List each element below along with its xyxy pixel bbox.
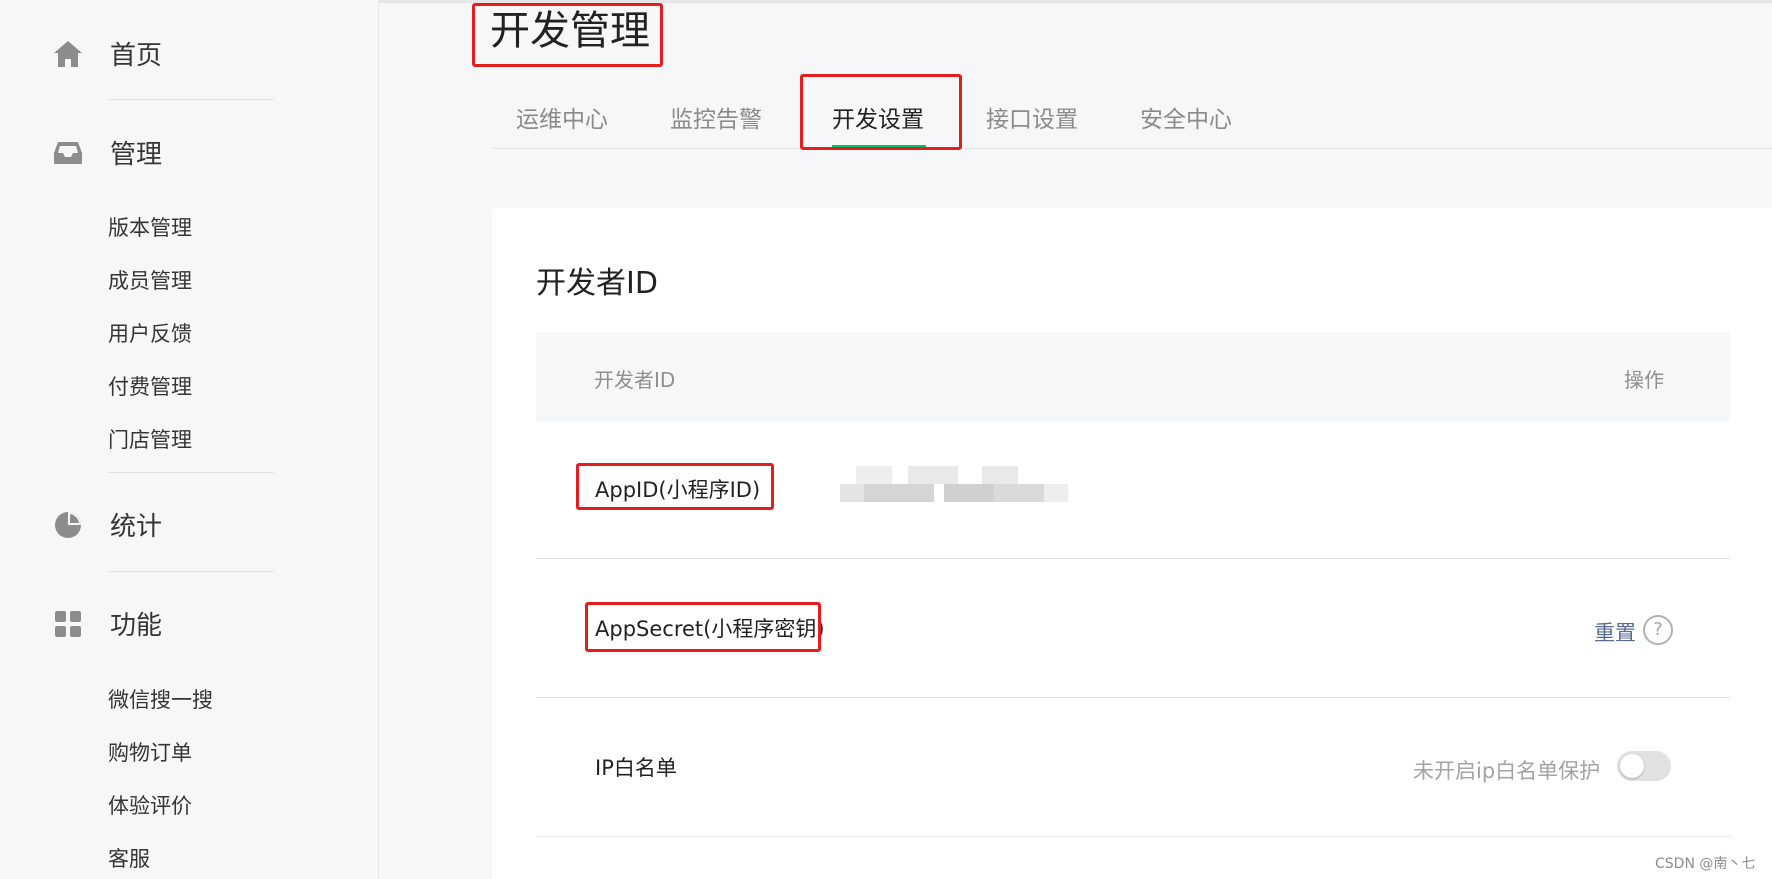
sidebar-item-wechat-search[interactable]: 微信搜一搜 xyxy=(108,684,213,714)
sidebar-item-home[interactable]: 首页 xyxy=(50,35,162,72)
inbox-icon xyxy=(50,135,86,171)
grid-icon xyxy=(50,606,86,642)
sidebar-item-features[interactable]: 功能 xyxy=(50,605,162,642)
sidebar-item-manage[interactable]: 管理 xyxy=(50,134,162,171)
tab-bar: 运维中心 监控告警 开发设置 接口设置 安全中心 xyxy=(492,70,1772,149)
card-title: 开发者ID xyxy=(536,266,658,301)
sidebar-item-reviews[interactable]: 体验评价 xyxy=(108,790,192,820)
sidebar-item-manage-label: 管理 xyxy=(110,140,163,170)
tab-ops-center[interactable]: 运维中心 xyxy=(516,100,608,134)
pie-chart-icon xyxy=(50,507,86,543)
sidebar-item-home-label: 首页 xyxy=(110,41,163,71)
sidebar-item-members[interactable]: 成员管理 xyxy=(108,265,192,295)
highlight-box-appsecret xyxy=(585,602,821,652)
toggle-knob xyxy=(1620,754,1644,778)
sidebar-divider xyxy=(108,99,274,100)
sidebar-divider xyxy=(108,571,274,572)
sidebar-item-feedback[interactable]: 用户反馈 xyxy=(108,318,192,348)
highlight-box-tab xyxy=(800,74,962,150)
row-divider xyxy=(536,558,1730,559)
sidebar-divider xyxy=(108,472,274,473)
table-header-action: 操作 xyxy=(1624,368,1664,392)
tab-security-center[interactable]: 安全中心 xyxy=(1140,100,1232,134)
reset-appsecret-link[interactable]: 重置 xyxy=(1594,617,1636,647)
table-header-id: 开发者ID xyxy=(594,368,676,392)
tab-monitoring[interactable]: 监控告警 xyxy=(670,100,762,134)
sidebar-item-features-label: 功能 xyxy=(110,611,163,641)
sidebar-item-stats[interactable]: 统计 xyxy=(50,506,162,543)
highlight-box-title xyxy=(472,3,663,67)
row-divider xyxy=(536,836,1730,837)
ip-whitelist-status: 未开启ip白名单保护 xyxy=(1413,759,1601,783)
tab-api-settings[interactable]: 接口设置 xyxy=(986,100,1078,134)
help-icon[interactable]: ? xyxy=(1643,615,1673,645)
sidebar-item-customer-service[interactable]: 客服 xyxy=(108,843,150,873)
sidebar: 首页 管理 版本管理 成员管理 用户反馈 付费管理 门店管理 统计 功能 微信搜… xyxy=(0,0,379,879)
table-header xyxy=(536,332,1730,422)
row-divider xyxy=(536,697,1730,698)
sidebar-item-payment[interactable]: 付费管理 xyxy=(108,371,192,401)
sidebar-item-orders[interactable]: 购物订单 xyxy=(108,737,192,767)
sidebar-item-stats-label: 统计 xyxy=(110,512,163,542)
ip-whitelist-toggle[interactable] xyxy=(1617,751,1671,781)
watermark: CSDN @南丶七 xyxy=(1655,856,1756,872)
sidebar-item-version[interactable]: 版本管理 xyxy=(108,212,192,242)
appid-value-redacted xyxy=(840,466,1072,502)
ip-whitelist-label: IP白名单 xyxy=(595,756,677,780)
home-icon xyxy=(50,36,86,72)
highlight-box-appid xyxy=(576,463,774,510)
sidebar-item-stores[interactable]: 门店管理 xyxy=(108,424,192,454)
